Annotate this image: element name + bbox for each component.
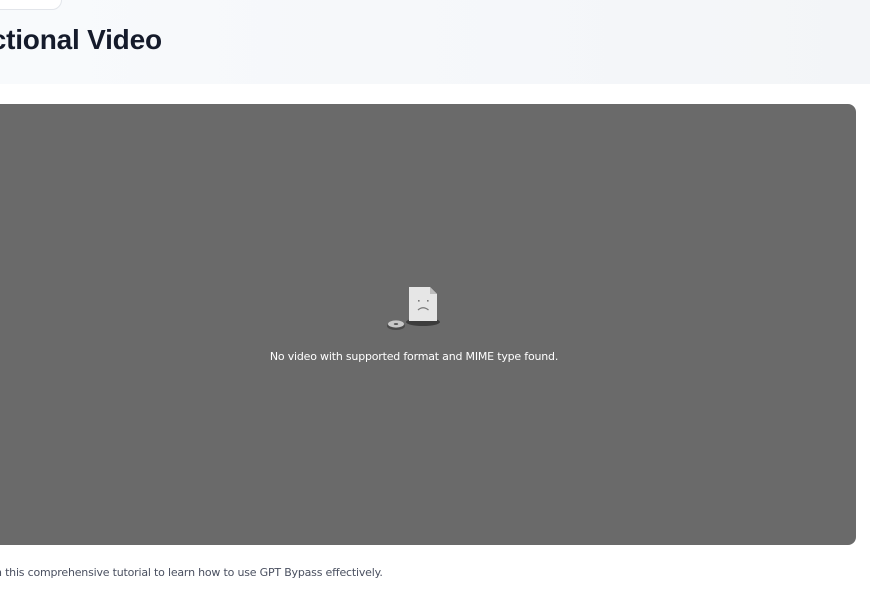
- broken-file-icon: [387, 287, 440, 330]
- page-header: tructional Video: [0, 0, 870, 84]
- page: tructional Video No video with supported…: [0, 0, 870, 594]
- back-button[interactable]: [0, 0, 62, 10]
- video-error-message: No video with supported format and MIME …: [269, 350, 559, 363]
- page-title: tructional Video: [0, 24, 162, 55]
- video-description: h this comprehensive tutorial to learn h…: [0, 566, 383, 579]
